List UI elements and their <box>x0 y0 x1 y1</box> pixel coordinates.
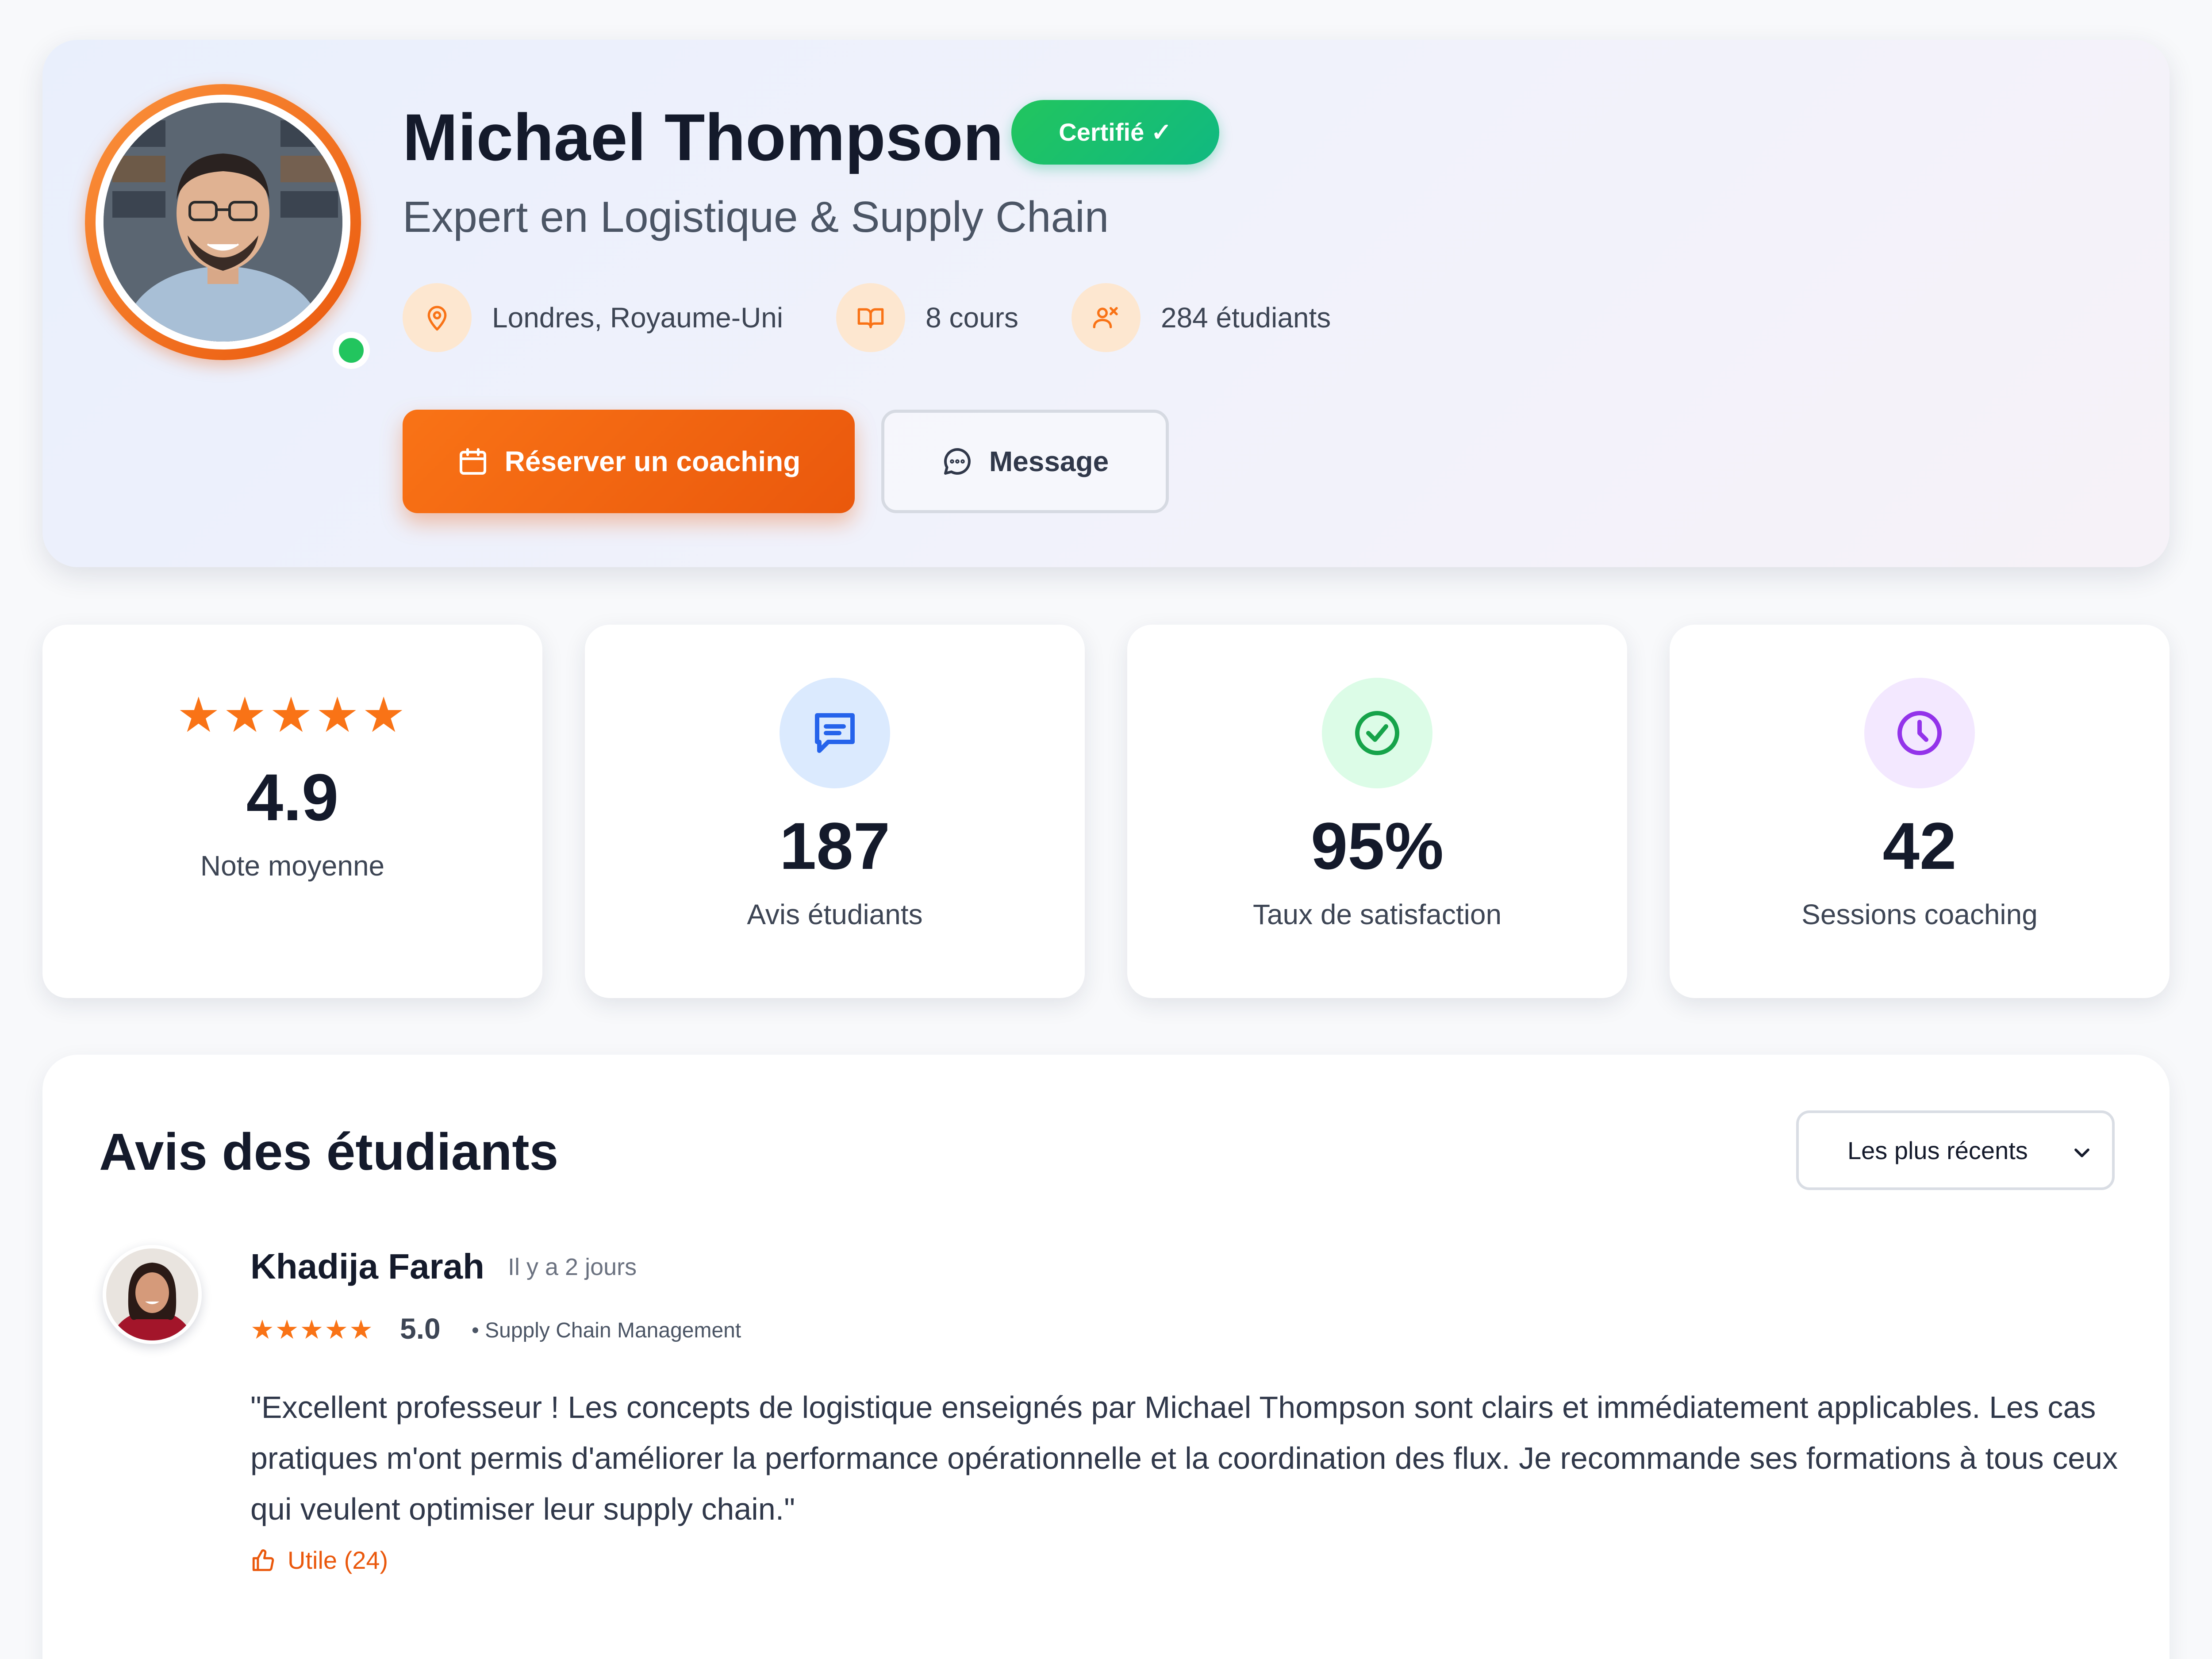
message-button[interactable]: Message <box>881 410 1169 513</box>
review-course-tag: • Supply Chain Management <box>472 1319 741 1342</box>
profile-meta-row: Londres, Royaume-Uni 8 cours 284 étudian… <box>403 282 1384 353</box>
stat-card-sessions: 42 Sessions coaching <box>1670 625 2170 998</box>
chat-icon <box>780 678 890 788</box>
message-bubble-icon <box>941 445 973 477</box>
thumbs-up-icon <box>250 1548 276 1573</box>
satisfaction-label: Taux de satisfaction <box>1252 899 1502 930</box>
chevron-down-icon <box>2070 1141 2094 1171</box>
avatar-photo <box>104 103 342 342</box>
stat-card-rating: ★★★★★ 4.9 Note moyenne <box>42 625 542 998</box>
reviews-count: 187 <box>779 809 891 883</box>
reviews-label: Avis étudiants <box>747 899 923 930</box>
online-status-dot <box>333 332 370 369</box>
rating-label: Note moyenne <box>200 850 385 882</box>
instructor-title: Expert en Logistique & Supply Chain <box>403 192 1109 241</box>
stat-card-reviews: 187 Avis étudiants <box>585 625 1085 998</box>
helpful-button[interactable]: Utile (24) <box>250 1546 388 1575</box>
check-circle-icon <box>1322 678 1432 788</box>
reviewer-name: Khadija Farah <box>250 1247 485 1286</box>
message-label: Message <box>989 445 1109 477</box>
satisfaction-value: 95% <box>1310 809 1444 883</box>
book-icon <box>836 283 906 352</box>
meta-students: 284 étudiants <box>1071 283 1331 352</box>
review-stars: ★★★★★ <box>250 1315 374 1344</box>
instructor-name: Michael Thompson <box>403 100 1004 174</box>
reviews-section: Avis des étudiants Les plus récents Khad… <box>42 1055 2170 1659</box>
sessions-label: Sessions coaching <box>1801 899 2038 930</box>
rating-stars: ★★★★★ <box>177 688 408 742</box>
reviewer-avatar <box>103 1245 202 1344</box>
certified-badge: Certifié ✓ <box>1011 100 1219 165</box>
meta-location: Londres, Royaume-Uni <box>403 283 783 352</box>
location-text: Londres, Royaume-Uni <box>492 302 783 334</box>
sort-select[interactable]: Les plus récents <box>1796 1110 2115 1190</box>
sessions-value: 42 <box>1882 809 1957 883</box>
meta-courses: 8 cours <box>836 283 1018 352</box>
students-icon <box>1071 283 1141 352</box>
review-text: "Excellent professeur ! Les concepts de … <box>250 1390 2118 1526</box>
review-timestamp: Il y a 2 jours <box>508 1254 637 1280</box>
clock-icon <box>1864 678 1975 788</box>
map-pin-icon <box>403 283 472 352</box>
book-coaching-button[interactable]: Réserver un coaching <box>403 410 855 513</box>
book-coaching-label: Réserver un coaching <box>504 445 801 477</box>
calendar-icon <box>457 445 489 477</box>
review-score: 5.0 <box>400 1312 441 1345</box>
students-count: 284 étudiants <box>1160 302 1331 334</box>
stat-card-satisfaction: 95% Taux de satisfaction <box>1127 625 1627 998</box>
instructor-profile-page: Michael Thompson Certifié ✓ Expert en Lo… <box>0 0 2212 1659</box>
profile-avatar <box>85 84 370 369</box>
reviews-title: Avis des étudiants <box>99 1123 559 1181</box>
sort-selected-value: Les plus récents <box>1847 1136 2028 1164</box>
courses-count: 8 cours <box>926 302 1018 334</box>
helpful-label: Utile (24) <box>288 1546 388 1574</box>
profile-header-card: Michael Thompson Certifié ✓ Expert en Lo… <box>42 40 2170 567</box>
rating-value: 4.9 <box>246 760 339 834</box>
